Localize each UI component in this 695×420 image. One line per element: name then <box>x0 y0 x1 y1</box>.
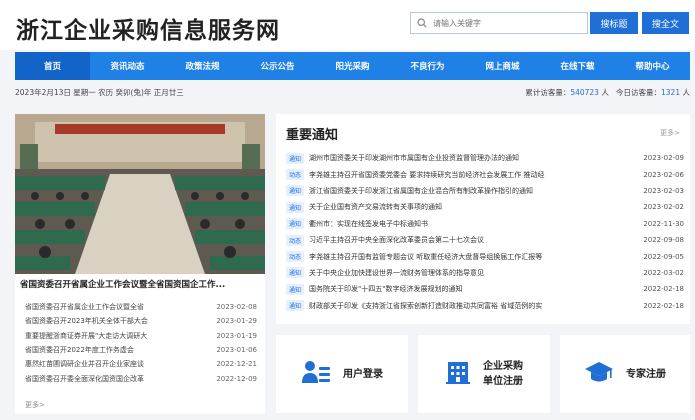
company-register-label: 企业采购 单位注册 <box>483 361 523 387</box>
category-badge: 通知 <box>286 300 305 312</box>
category-badge: 通知 <box>286 218 305 230</box>
category-badge: 通知 <box>286 185 305 197</box>
nav-item-procurement[interactable]: 阳光采购 <box>315 52 390 80</box>
current-date: 2023年2月13日 星期一 农历 癸卯(兔)年 正月廿三 <box>15 87 184 97</box>
news-caption[interactable]: 省国资委召开省属企业工作会议暨全省国资国企工作... <box>20 278 260 290</box>
nav-item-news[interactable]: 资讯动态 <box>90 52 165 80</box>
news-list: 省国资委召开省属企业工作会议暨全省 2023-02-08 省国资委召开2023年机… <box>25 300 257 386</box>
category-badge: 动态 <box>286 169 305 181</box>
nav-item-bad-behavior[interactable]: 不良行为 <box>390 52 465 80</box>
user-login-label: 用户登录 <box>343 368 383 380</box>
search-box <box>410 12 588 34</box>
nav-item-policy[interactable]: 政策法规 <box>165 52 240 80</box>
list-item[interactable]: 省国资委召开2022年度工作务虚会 2023-01-06 <box>25 343 257 357</box>
nav-item-mall[interactable]: 网上商城 <box>465 52 540 80</box>
list-item[interactable]: 省国资委召开省属企业工作会议暨全省 2023-02-08 <box>25 300 257 314</box>
category-badge: 通知 <box>286 267 305 279</box>
list-item[interactable]: 重要提醒浙商证券开展"大走访大调研大 2023-01-19 <box>25 329 257 343</box>
notices-more-link[interactable]: 更多> <box>660 128 680 138</box>
category-badge: 通知 <box>286 201 305 213</box>
building-icon <box>445 359 471 389</box>
company-register-card[interactable]: 企业采购 单位注册 <box>418 335 550 413</box>
table-row[interactable]: 通知 财政部关于印发《支持浙江省探索创新打造财政推动共同富裕 省域范例的实 2022… <box>286 298 684 314</box>
header: 浙江企业采购信息服务网 搜标题 搜全文 <box>0 0 695 50</box>
search-icon <box>411 18 433 28</box>
table-row[interactable]: 通知 关于企业国有资产交易流转有关事项的通知 2023-02-02 <box>286 199 684 215</box>
news-panel: 省国资委召开省属企业工作会议暨全省国资国企工作... 省国资委召开省属企业工作会… <box>15 114 265 414</box>
table-row[interactable]: 动态 李尧雄主持召开省国资委党委会 要求持续研究当前经济社会发展工作 推动经 202… <box>286 166 684 182</box>
table-row[interactable]: 动态 李尧雄主持召开国有监管专题会议 听取重任经济大盘督导组换届工作汇报等 2022… <box>286 248 684 264</box>
table-row[interactable]: 通知 湖州市国资委关于印发湖州市市属国有企业投资监督管理办法的通知 2023-02-… <box>286 150 684 166</box>
expert-register-card[interactable]: 专家注册 <box>560 335 690 413</box>
today-visits: 1321 <box>661 87 681 97</box>
nav-item-help[interactable]: 帮助中心 <box>615 52 690 80</box>
search-title-button[interactable]: 搜标题 <box>590 12 638 34</box>
table-row[interactable]: 通知 衢州市：实现在线签发电子中标通知书 2022-11-30 <box>286 216 684 232</box>
table-row[interactable]: 通知 国务院关于印发"十四五"数字经济发展规划的通知 2022-02-18 <box>286 281 684 297</box>
visitor-stats: 累计访客量：540723 人 今日访客量：1321 人 <box>525 87 690 97</box>
category-badge: 通知 <box>286 283 305 295</box>
notices-list: 通知 湖州市国资委关于印发湖州市市属国有企业投资监督管理办法的通知 2023-02-… <box>286 150 684 314</box>
list-item[interactable]: 省国资委召开委全面深化国资国企改革 2022-12-09 <box>25 371 257 385</box>
nav-item-download[interactable]: 在线下载 <box>540 52 615 80</box>
user-login-card[interactable]: 用户登录 <box>276 335 408 413</box>
table-row[interactable]: 通知 浙江省国资委关于印发浙江省属国有企业混合所有制改革操作指引的通知 2023-0… <box>286 183 684 199</box>
table-row[interactable]: 通知 关于中央企业加快建设世界一流财务管理体系的指导意见 2022-03-02 <box>286 265 684 281</box>
table-row[interactable]: 动态 习近平主持召开中央全面深化改革委员会第二十七次会议 2022-09-08 <box>286 232 684 248</box>
news-more-link[interactable]: 更多> <box>25 400 45 410</box>
category-badge: 动态 <box>286 234 305 246</box>
nav-item-home[interactable]: 首页 <box>15 52 90 80</box>
category-badge: 通知 <box>286 152 305 164</box>
notices-title: 重要通知 <box>286 128 339 143</box>
expert-register-label: 专家注册 <box>626 368 666 380</box>
info-bar: 2023年2月13日 星期一 农历 癸卯(兔)年 正月廿三 累计访客量：5407… <box>15 84 690 100</box>
site-title[interactable]: 浙江企业采购信息服务网 <box>16 11 280 45</box>
category-badge: 动态 <box>286 251 305 263</box>
graduation-cap-icon <box>584 359 614 389</box>
main-nav: 首页 资讯动态 政策法规 公示公告 阳光采购 不良行为 网上商城 在线下载 帮助… <box>15 52 690 80</box>
user-login-icon <box>301 359 331 389</box>
search-fulltext-button[interactable]: 搜全文 <box>642 12 689 34</box>
list-item[interactable]: 惠然红苗圃调研企业并召开企业家座谈 2022-12-21 <box>25 357 257 371</box>
nav-item-announcements[interactable]: 公示公告 <box>240 52 315 80</box>
list-item[interactable]: 省国资委召开2023年机关全体干部大会 2023-01-29 <box>25 314 257 328</box>
notices-panel: 重要通知 更多> 通知 湖州市国资委关于印发湖州市市属国有企业投资监督管理办法的通… <box>276 114 690 324</box>
news-photo[interactable] <box>15 114 265 274</box>
total-visits: 540723 <box>570 87 599 97</box>
search-input[interactable] <box>433 18 583 28</box>
